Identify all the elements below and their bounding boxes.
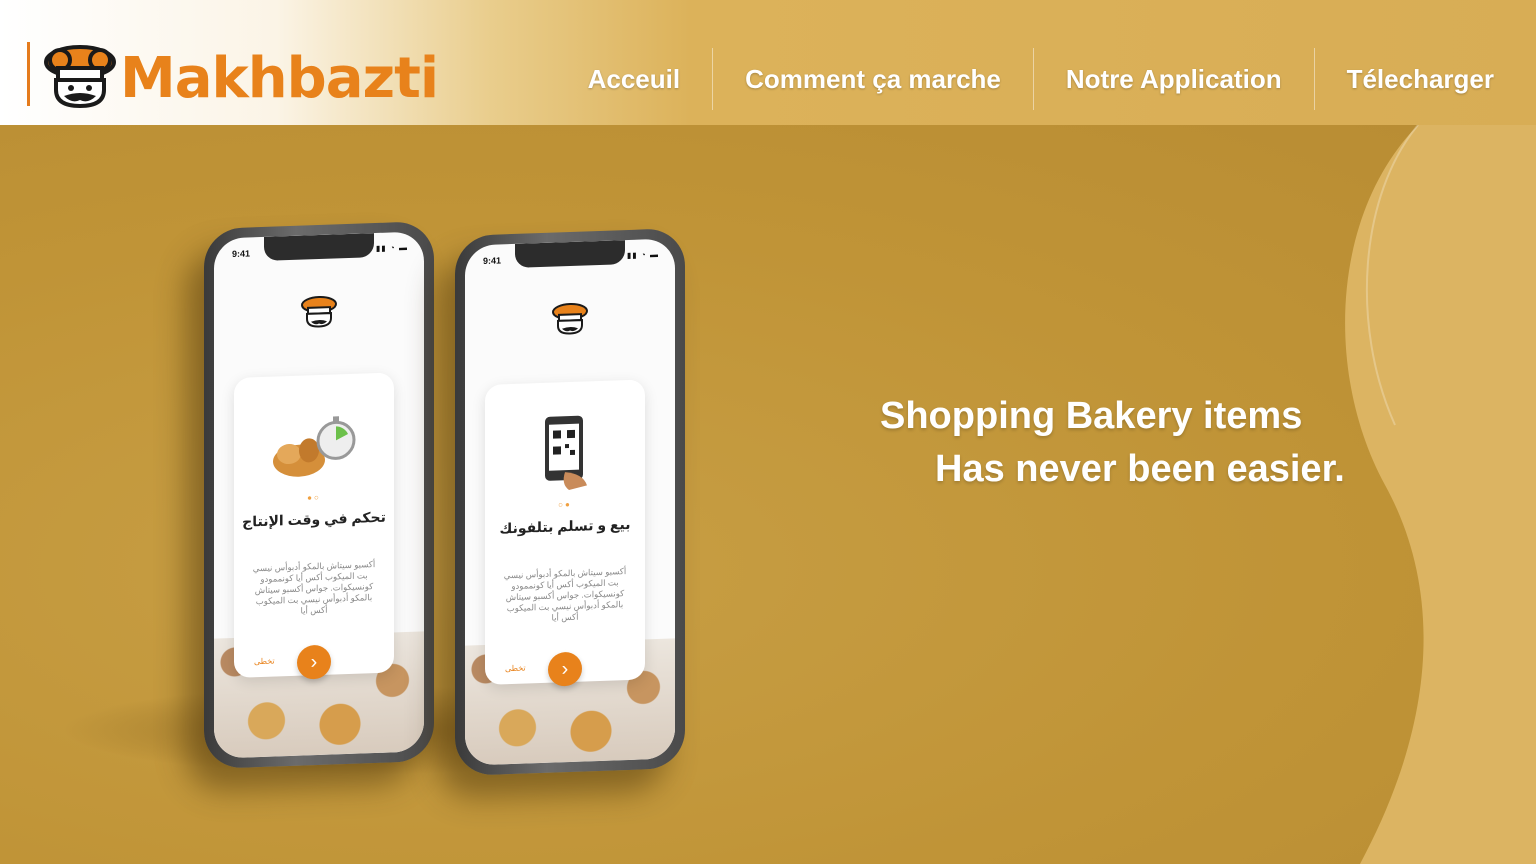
brand-name: Makhbazti [120,46,439,111]
hero-section: 9:41 ▮▮ ◔ ▬ ●○ تحكم في وقت الإنتاج أكسبو… [0,125,1536,864]
phone-qr-code-illustration [545,415,587,491]
onboarding-body: أكسبو سيتاش بالمكو أدبوأس نيسي بت الميكو… [252,559,376,616]
bread-and-stopwatch-illustration [273,416,356,477]
onboarding-card: ○● بيع و تسلم بتلفونك أكسبو سيتاش بالمكو… [485,379,645,687]
status-time: 9:41 [232,248,251,260]
pager-dots: ●○ [307,492,321,503]
chef-mascot-icon [552,302,588,335]
nav-telecharger[interactable]: Télecharger [1315,48,1536,110]
next-button[interactable]: › [297,644,331,680]
tagline-line-2: Has never been easier. [935,448,1345,490]
chevron-right-icon: › [561,657,569,680]
hero-tagline: Shopping Bakery items Has never been eas… [880,390,1345,496]
phone-notch [264,233,374,261]
pager-dots: ○● [558,499,572,510]
skip-link[interactable]: تخطى [505,664,526,674]
nav-acceuil[interactable]: Acceuil [556,48,713,110]
logo-divider [27,42,30,106]
signal-wifi-battery-icon: ▮▮ ◔ ▬ [375,242,408,254]
tagline-line-1: Shopping Bakery items [880,395,1303,437]
skip-link[interactable]: تخطى [254,657,275,667]
onboarding-title: تحكم في وقت الإنتاج [242,508,386,530]
phone-screen: 9:41 ▮▮ ◔ ▬ ●○ تحكم في وقت الإنتاج أكسبو… [214,231,424,759]
phone-mockup-2: 9:41 ▮▮ ◔ ▬ ○● بيع و تسلم بتلفونك أكسبو … [455,227,685,777]
phone-screen: 9:41 ▮▮ ◔ ▬ ○● بيع و تسلم بتلفونك أكسبو … [465,238,675,766]
nav-comment-ca-marche[interactable]: Comment ça marche [713,48,1033,110]
chef-mascot-icon [44,45,116,109]
onboarding-title: بيع و تسلم بتلفونك [499,515,631,537]
chevron-right-icon: › [310,650,318,673]
status-time: 9:41 [483,255,502,267]
phone-notch [515,240,625,268]
onboarding-card: ●○ تحكم في وقت الإنتاج أكسبو سيتاش بالمك… [234,372,394,680]
chef-mascot-icon [301,295,337,328]
onboarding-body: أكسبو سيتاش بالمكو أدبوأس نيسي بت الميكو… [503,566,627,623]
next-button[interactable]: › [548,651,582,687]
site-header: Makhbazti Acceuil Comment ça marche Notr… [0,0,1536,125]
main-nav: Acceuil Comment ça marche Notre Applicat… [556,48,1536,110]
phone-mockup-1: 9:41 ▮▮ ◔ ▬ ●○ تحكم في وقت الإنتاج أكسبو… [204,220,434,770]
nav-notre-application[interactable]: Notre Application [1034,48,1314,110]
brand-logo[interactable]: Makhbazti [42,44,439,111]
signal-wifi-battery-icon: ▮▮ ◔ ▬ [626,249,659,261]
